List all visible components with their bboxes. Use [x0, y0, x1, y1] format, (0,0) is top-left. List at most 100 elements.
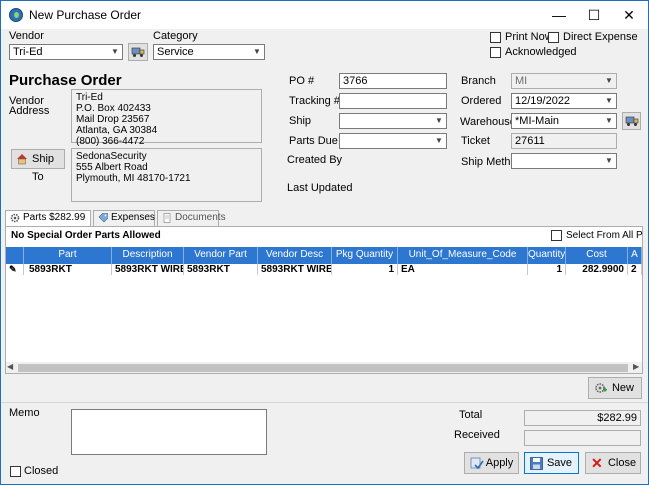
- vendor-address-line: Tri-Ed: [76, 92, 103, 103]
- column-header-vendor-desc[interactable]: Vendor Desc: [258, 247, 332, 264]
- cell-quantity[interactable]: 1: [528, 264, 566, 275]
- cell-cost[interactable]: 282.9900: [566, 264, 628, 275]
- branch-label: Branch: [461, 75, 496, 87]
- closed-checkbox[interactable]: [10, 466, 21, 477]
- gear-icon: [10, 213, 20, 223]
- ordered-value: 12/19/2022: [515, 95, 571, 107]
- document-icon: [163, 213, 171, 223]
- cell-more[interactable]: 2: [628, 264, 642, 275]
- chevron-down-icon: ▼: [605, 156, 613, 165]
- vendor-lookup-button[interactable]: [128, 43, 148, 61]
- cell-description[interactable]: 5893RKT WIRE...: [112, 264, 184, 275]
- maximize-button[interactable]: ☐: [577, 1, 611, 29]
- category-select[interactable]: Service ▼: [153, 44, 265, 60]
- cell-uom-code[interactable]: EA: [398, 264, 528, 275]
- divider: [1, 402, 648, 403]
- close-x-icon: ✕: [591, 455, 603, 471]
- warehouse-lookup-button[interactable]: [622, 112, 641, 130]
- ship-label: Ship: [289, 115, 312, 127]
- received-label: Received: [454, 429, 500, 441]
- cell-vendor-part[interactable]: 5893RKT: [184, 264, 258, 275]
- new-part-button[interactable]: New: [588, 377, 642, 399]
- close-button[interactable]: ✕ Close: [585, 452, 641, 474]
- close-window-button[interactable]: ✕: [612, 1, 646, 29]
- category-label: Category: [153, 30, 198, 42]
- scroll-left-icon[interactable]: ◀: [7, 362, 13, 371]
- tab-expenses[interactable]: Expenses: [93, 210, 155, 226]
- title-bar: New Purchase Order — ☐ ✕: [1, 1, 648, 29]
- add-part-icon: [595, 383, 607, 393]
- parts-panel: No Special Order Parts Allowed Select Fr…: [5, 226, 643, 374]
- column-header-part[interactable]: Part: [24, 247, 112, 264]
- po-number-field[interactable]: 3766: [339, 73, 447, 89]
- vendor-value: Tri-Ed: [13, 46, 43, 58]
- table-row[interactable]: ✎ 5893RKT 5893RKT WIRE... 5893RKT 5893RK…: [6, 264, 642, 275]
- house-icon: [17, 154, 27, 165]
- vendor-address-line: Atlanta, GA 30384: [76, 125, 158, 136]
- chevron-down-icon: ▼: [605, 116, 613, 125]
- scroll-right-icon[interactable]: ▶: [633, 362, 639, 371]
- ticket-field: 27611: [511, 133, 617, 149]
- floppy-disk-icon: [530, 457, 543, 470]
- truck-icon: [131, 47, 145, 57]
- acknowledged-checkbox[interactable]: [490, 47, 501, 58]
- last-updated-label: Last Updated: [287, 182, 353, 194]
- ordered-label: Ordered: [461, 95, 502, 107]
- chevron-down-icon: ▼: [111, 47, 119, 56]
- column-header-vendor-part[interactable]: Vendor Part: [184, 247, 258, 264]
- ship-to-address-line: Plymouth, MI 48170-1721: [76, 173, 191, 184]
- cell-vendor-desc[interactable]: 5893RKT WIRE...: [258, 264, 332, 275]
- minimize-button[interactable]: —: [542, 1, 576, 29]
- cell-pkg-quantity[interactable]: 1: [332, 264, 398, 275]
- branch-select[interactable]: MI ▼: [511, 73, 617, 89]
- tab-expenses-label: Expenses: [111, 212, 155, 223]
- select-all-parts-checkbox[interactable]: [551, 230, 562, 241]
- column-header-uom-code[interactable]: Unit_Of_Measure_Code: [398, 247, 528, 264]
- chevron-down-icon: ▼: [605, 96, 613, 105]
- apply-button[interactable]: Apply: [464, 452, 519, 474]
- direct-expense-checkbox[interactable]: [548, 32, 559, 43]
- warehouse-select[interactable]: *MI-Main ▼: [511, 113, 617, 129]
- ordered-date-field[interactable]: 12/19/2022 ▼: [511, 93, 617, 109]
- parts-notice: No Special Order Parts Allowed: [11, 230, 161, 241]
- column-header-pkg-quantity[interactable]: Pkg Quantity: [332, 247, 398, 264]
- scrollbar-thumb[interactable]: [18, 364, 628, 372]
- save-button[interactable]: Save: [524, 452, 579, 474]
- row-selector-header: [6, 247, 24, 264]
- vendor-select[interactable]: Tri-Ed ▼: [9, 44, 123, 60]
- close-button-label: Close: [607, 457, 637, 469]
- column-header-description[interactable]: Description: [112, 247, 184, 264]
- parts-due-select[interactable]: ▼: [339, 133, 447, 149]
- horizontal-scrollbar[interactable]: ◀ ▶: [6, 362, 642, 373]
- save-button-label: Save: [546, 457, 573, 469]
- tab-parts-label: Parts $282.99: [23, 212, 86, 223]
- ship-to-address-box: SedonaSecurity 555 Albert Road Plymouth,…: [71, 148, 262, 202]
- vendor-address-label-2: Address: [9, 105, 50, 117]
- chevron-down-icon: ▼: [435, 116, 443, 125]
- page-title: Purchase Order: [9, 72, 122, 89]
- tab-documents[interactable]: Documents: [157, 210, 226, 226]
- vendor-label: Vendor: [9, 30, 44, 42]
- grid-header: Part Description Vendor Part Vendor Desc…: [6, 247, 642, 264]
- window-title: New Purchase Order: [29, 8, 142, 22]
- ship-to-address-line: SedonaSecurity: [76, 151, 147, 162]
- ship-select[interactable]: ▼: [339, 113, 447, 129]
- purchase-order-window: New Purchase Order — ☐ ✕ Vendor Tri-Ed ▼…: [0, 0, 649, 485]
- print-now-checkbox[interactable]: [490, 32, 501, 43]
- ship-to-button[interactable]: Ship To: [11, 149, 65, 183]
- ship-method-select[interactable]: ▼: [511, 153, 617, 169]
- print-now-label: Print Now: [505, 31, 553, 43]
- acknowledged-label: Acknowledged: [505, 46, 577, 58]
- branch-value: MI: [515, 75, 528, 87]
- total-value: $282.99: [524, 410, 641, 426]
- cell-part[interactable]: 5893RKT: [24, 264, 112, 275]
- memo-textarea[interactable]: [71, 409, 267, 455]
- tab-parts[interactable]: Parts $282.99: [5, 210, 91, 227]
- column-header-more[interactable]: A: [628, 247, 642, 264]
- app-logo-icon: [9, 8, 23, 22]
- column-header-cost[interactable]: Cost: [566, 247, 628, 264]
- column-header-quantity[interactable]: Quantity: [528, 247, 566, 264]
- vendor-address-line: P.O. Box 402433: [76, 103, 151, 114]
- po-number-label: PO #: [289, 75, 315, 87]
- tracking-field[interactable]: [339, 93, 447, 109]
